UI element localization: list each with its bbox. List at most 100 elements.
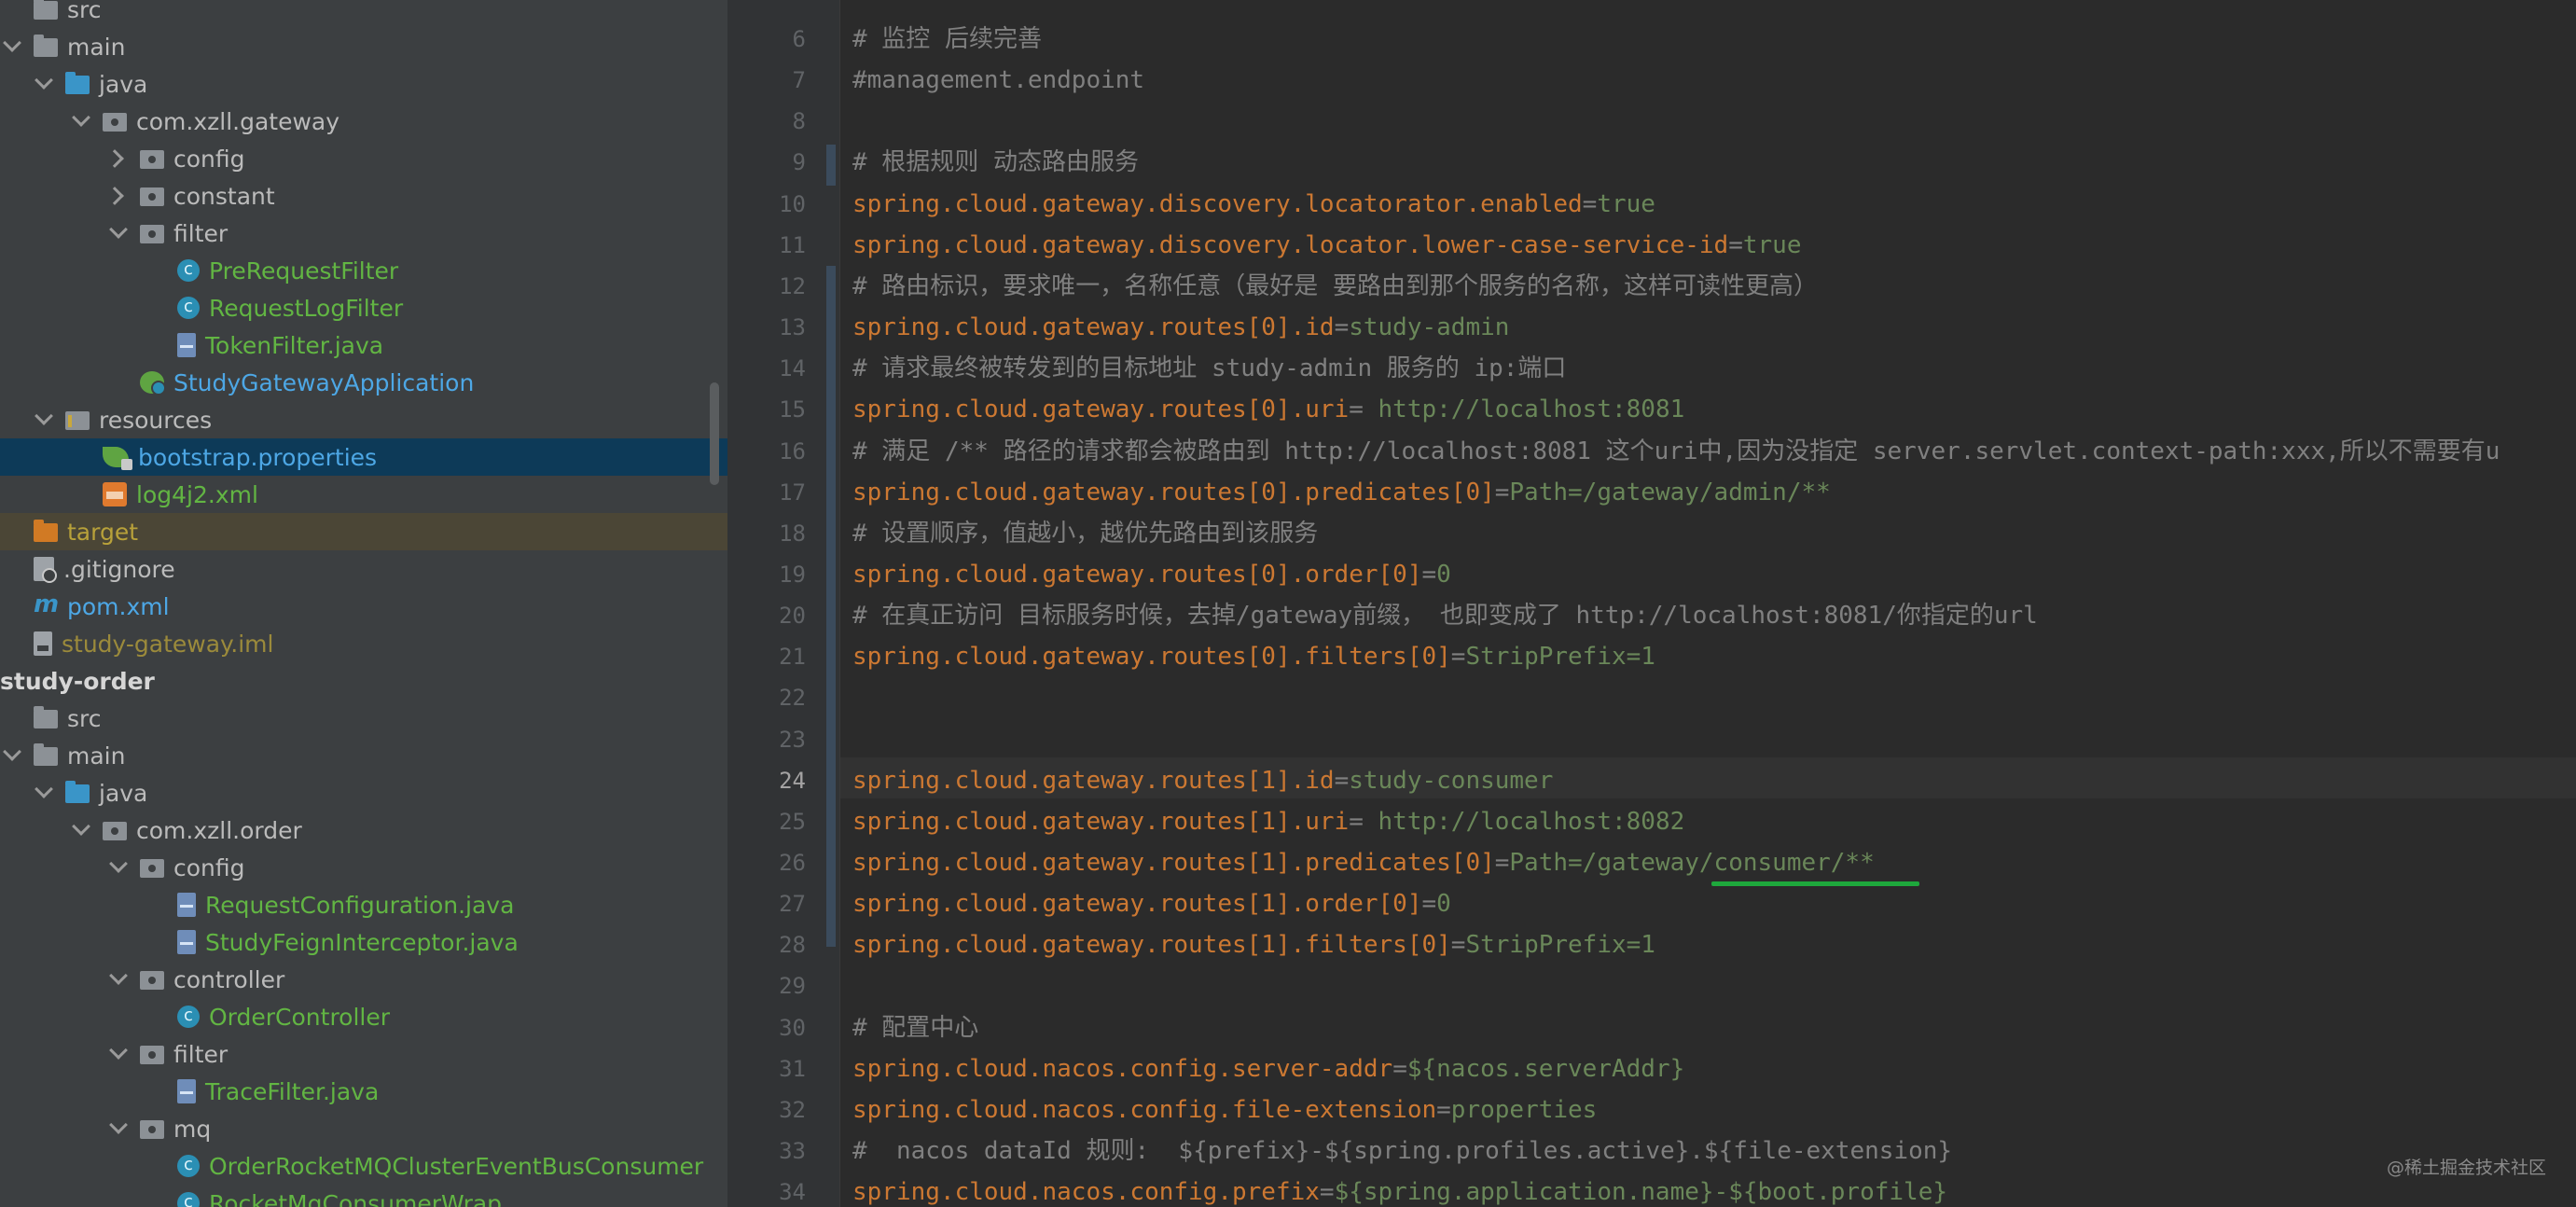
code-line[interactable]: spring.cloud.nacos.config.prefix=${sprin… [852,1172,1947,1207]
tree-item[interactable]: src [0,0,727,28]
tree-item[interactable]: controller [0,961,727,998]
code-line[interactable]: spring.cloud.gateway.routes[1].order[0]=… [852,883,1451,924]
tree-item[interactable]: OrderController [0,998,727,1035]
project-tree-panel: src main java com.xzll.gateway config constan… [0,0,727,1207]
chevron-right-icon[interactable] [106,185,129,207]
tree-item[interactable]: filter [0,1035,727,1073]
tree-item-label: src [67,0,102,23]
package-icon [140,1046,164,1064]
code-line[interactable]: spring.cloud.gateway.routes[1].filters[0… [852,924,1655,965]
tree-item[interactable]: com.xzll.gateway [0,103,727,140]
tree-item[interactable]: RequestLogFilter [0,289,727,326]
code-line[interactable]: spring.cloud.gateway.routes[1].uri= http… [852,801,1684,842]
code-line[interactable]: # 路由标识，要求唯一，名称任意（最好是 要路由到那个服务的名称，这样可读性更高… [852,266,1818,307]
tree-item[interactable]: main [0,737,727,774]
tree-item[interactable]: constant [0,177,727,215]
code-token-eq: = [1450,643,1466,671]
tree-item[interactable]: main [0,28,727,65]
tree-item[interactable]: src [0,700,727,737]
tree-item[interactable]: study-order [0,662,727,700]
code-line[interactable]: spring.cloud.nacos.config.file-extension… [852,1089,1597,1131]
tree-item[interactable]: com.xzll.order [0,812,727,849]
tree-item[interactable]: mq [0,1110,727,1147]
tree-item[interactable]: .gitignore [0,550,727,588]
tree-item[interactable]: java [0,774,727,812]
code-line[interactable]: # 满足 /** 路径的请求都会被路由到 http://localhost:80… [852,431,2500,472]
maven-icon [34,590,59,618]
tree-item-label: pom.xml [67,592,170,620]
code-line[interactable]: spring.cloud.gateway.routes[0].id=study-… [852,307,1509,348]
code-line[interactable]: # 根据规则 动态路由服务 [852,142,1139,183]
line-number: 15 [779,396,806,423]
chevron-down-icon[interactable] [106,856,129,879]
tree-item[interactable]: filter [0,215,727,252]
chevron-down-icon[interactable] [69,819,91,841]
code-line[interactable]: # nacos dataId 规则: ${prefix}-${spring.pr… [852,1131,1952,1172]
chevron-down-icon[interactable] [106,222,129,244]
tree-item[interactable]: RocketMqConsumerWrap [0,1185,727,1207]
code-line[interactable]: spring.cloud.gateway.routes[0].uri= http… [852,389,1684,430]
tree-item[interactable]: log4j2.xml [0,476,727,513]
code-line[interactable]: # 配置中心 [852,1007,978,1048]
tree-item[interactable]: StudyGatewayApplication [0,364,727,401]
code-editor[interactable]: 6 7 8 9 10 11 12 13 14 15 16 17 18 19 20 21 22 23 24 25 26 27… [727,0,2576,1207]
tree-item[interactable]: bootstrap.properties [0,438,727,476]
line-number: 23 [779,727,806,753]
code-token-key: spring.cloud.gateway.routes[1].predicate… [852,849,1495,877]
chevron-right-icon[interactable] [106,147,129,170]
tree-item-label: com.xzll.gateway [136,107,340,135]
chevron-down-icon[interactable] [106,1117,129,1140]
tree-item[interactable]: study-gateway.iml [0,625,727,662]
tree-item[interactable]: OrderRocketMQClusterEventBusConsumer [0,1147,727,1185]
line-number: 10 [779,191,806,217]
chevron-down-icon[interactable] [0,744,22,767]
tree-item[interactable]: RequestConfiguration.java [0,886,727,923]
code-token-key: spring.cloud.gateway.routes[0].filters[0… [852,643,1451,671]
chevron-down-icon[interactable] [32,409,54,431]
tree-item[interactable]: java [0,65,727,103]
chevron-down-icon[interactable] [69,110,91,132]
code-line[interactable]: spring.cloud.gateway.discovery.locator.l… [852,225,1801,266]
code-token-comment: # 根据规则 动态路由服务 [852,148,1139,176]
line-number: 12 [779,273,806,299]
package-icon [140,150,164,169]
chevron-down-icon[interactable] [32,73,54,95]
code-line[interactable]: spring.cloud.gateway.discovery.locatorat… [852,184,1655,225]
folder-icon [34,743,58,766]
gutter-separator [839,0,840,1207]
tree-item[interactable]: config [0,140,727,177]
code-token-val: properties [1450,1096,1598,1124]
code-line[interactable]: #management.endpoint [852,60,1144,101]
tree-item[interactable]: pom.xml [0,588,727,625]
tree-item[interactable]: TraceFilter.java [0,1073,727,1110]
code-line[interactable]: # 设置顺序，值越小，越优先路由到该服务 [852,513,1318,554]
tree-item[interactable]: config [0,849,727,886]
chevron-down-icon[interactable] [106,968,129,991]
tree-item[interactable]: TokenFilter.java [0,326,727,364]
vcs-change-marker[interactable] [826,145,836,186]
tree-item[interactable]: resources [0,401,727,438]
code-line[interactable]: spring.cloud.nacos.config.server-addr=${… [852,1048,1684,1089]
chevron-down-icon[interactable] [32,782,54,804]
code-line[interactable]: # 在真正访问 目标服务时候，去掉/gateway前缀， 也即变成了 http:… [852,595,2038,636]
code-line[interactable]: spring.cloud.gateway.routes[0].filters[0… [852,636,1655,677]
tree-item-label: TraceFilter.java [205,1077,380,1105]
code-line[interactable]: # 监控 后续完善 [852,19,1042,60]
tree-item[interactable]: PreRequestFilter [0,252,727,289]
watermark: @稀土掘金技术社区 [2386,1158,2546,1178]
tree-item[interactable]: target [0,513,727,550]
code-line[interactable]: # 请求最终被转发到的目标地址 study-admin 服务的 ip:端口 [852,348,1566,389]
code-line[interactable]: spring.cloud.gateway.routes[0].order[0]=… [852,554,1451,595]
chevron-down-icon[interactable] [0,35,22,58]
code-line[interactable]: spring.cloud.gateway.routes[1].id=study-… [852,760,1553,801]
code-line[interactable]: spring.cloud.gateway.routes[1].predicate… [852,842,1875,883]
tree-scrollbar[interactable] [710,382,719,485]
tree-item-label: OrderRocketMQClusterEventBusConsumer [209,1152,704,1180]
vcs-change-marker[interactable] [826,266,836,947]
code-line[interactable]: spring.cloud.gateway.routes[0].predicate… [852,472,1831,513]
chevron-down-icon[interactable] [106,1043,129,1065]
tree-item[interactable]: StudyFeignInterceptor.java [0,923,727,961]
